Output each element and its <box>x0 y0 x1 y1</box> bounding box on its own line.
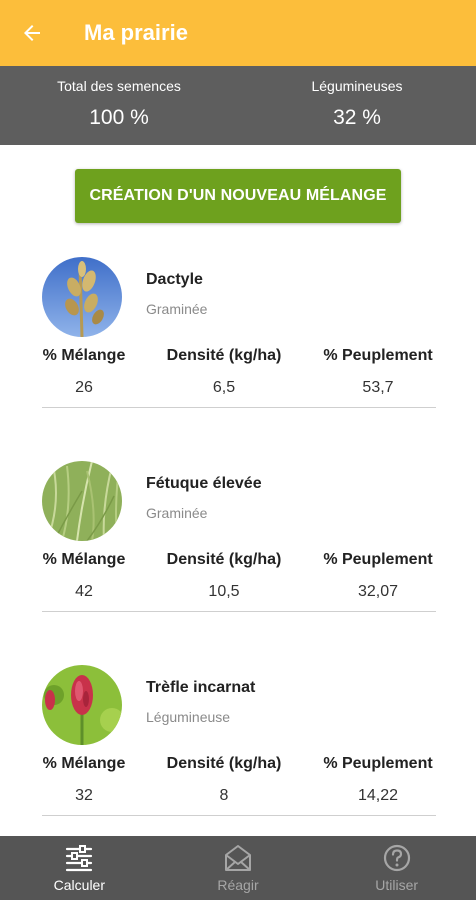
legumes-label: Légumineuses <box>311 78 403 94</box>
bottom-navigation: Calculer Réagir Utiliser <box>0 836 476 900</box>
tab-label: Utiliser <box>375 877 419 893</box>
legumes-value: 32 % <box>333 106 381 129</box>
stand-header: % Peuplement <box>323 551 433 568</box>
stand-value: 14,22 <box>357 787 399 804</box>
total-seeds-label: Total des semences <box>57 78 181 94</box>
species-name: Fétuque élevée <box>146 475 262 492</box>
total-seeds-block: Total des semences 100 % <box>0 66 238 145</box>
tab-label: Calculer <box>53 877 106 893</box>
density-header: Densité (kg/ha) <box>166 347 282 364</box>
help-circle-icon <box>383 844 410 872</box>
mix-header: % Mélange <box>42 347 126 364</box>
divider <box>42 815 436 816</box>
density-value: 10,5 <box>208 583 240 600</box>
divider <box>42 611 436 612</box>
tab-utiliser[interactable]: Utiliser <box>317 836 476 900</box>
sliders-icon <box>66 845 93 872</box>
app-bar: Ma prairie <box>0 0 476 66</box>
new-mix-button[interactable]: CRÉATION D'UN NOUVEAU MÉLANGE <box>75 169 401 223</box>
total-seeds-value: 100 % <box>89 106 149 129</box>
column-values: 32 8 14,22 <box>0 787 476 809</box>
crimson-clover-image <box>42 665 122 745</box>
mix-value: 26 <box>75 379 93 396</box>
stand-value: 53,7 <box>362 379 394 396</box>
summary-bar: Total des semences 100 % Légumineuses 32… <box>0 66 476 145</box>
species-type: Graminée <box>146 301 208 317</box>
column-values: 42 10,5 32,07 <box>0 583 476 605</box>
mix-header: % Mélange <box>42 551 126 568</box>
species-type: Légumineuse <box>146 709 231 725</box>
legumes-block: Légumineuses 32 % <box>238 66 476 145</box>
stand-header: % Peuplement <box>323 347 433 364</box>
species-name: Trèfle incarnat <box>146 679 256 696</box>
grass-seedhead-image <box>42 257 122 337</box>
tab-label: Réagir <box>217 877 259 893</box>
column-headers: % Mélange Densité (kg/ha) % Peuplement <box>0 755 476 777</box>
stand-header: % Peuplement <box>323 755 433 772</box>
mix-value: 42 <box>75 583 93 600</box>
arrow-left-icon <box>24 25 40 41</box>
divider <box>42 407 436 408</box>
mail-icon <box>225 845 251 871</box>
species-type: Graminée <box>146 505 208 521</box>
column-headers: % Mélange Densité (kg/ha) % Peuplement <box>0 347 476 369</box>
density-value: 8 <box>219 787 229 804</box>
species-name: Dactyle <box>146 271 203 288</box>
tab-reagir[interactable]: Réagir <box>159 836 318 900</box>
page-title: Ma prairie <box>84 20 188 45</box>
column-values: 26 6,5 53,7 <box>0 379 476 401</box>
mix-value: 32 <box>75 787 93 804</box>
density-header: Densité (kg/ha) <box>166 551 282 568</box>
grass-blades-image <box>42 461 122 541</box>
density-header: Densité (kg/ha) <box>166 755 282 772</box>
density-value: 6,5 <box>212 379 236 396</box>
column-headers: % Mélange Densité (kg/ha) % Peuplement <box>0 551 476 573</box>
back-button[interactable] <box>0 0 64 66</box>
stand-value: 32,07 <box>357 583 399 600</box>
mix-header: % Mélange <box>42 755 126 772</box>
tab-calculer[interactable]: Calculer <box>0 836 159 900</box>
